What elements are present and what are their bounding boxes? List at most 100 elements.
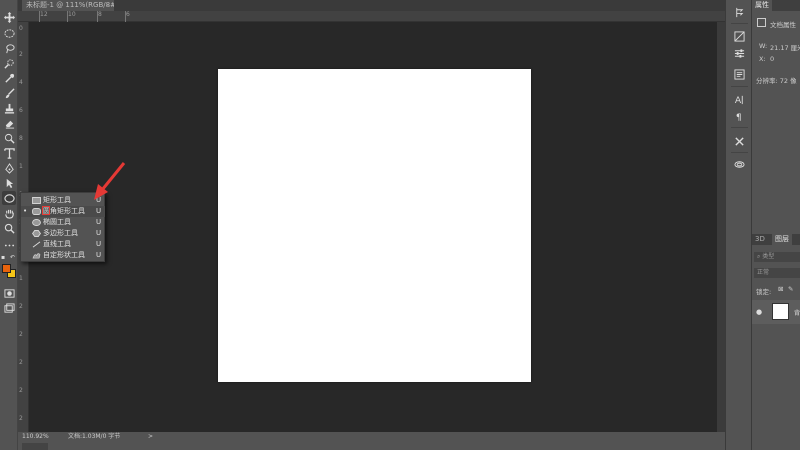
libraries-icon[interactable] — [733, 158, 746, 171]
tab-3d[interactable]: 3D — [752, 234, 768, 245]
lock-paint-icon[interactable]: ✎ — [788, 285, 793, 293]
lock-transparency-icon[interactable]: ⊠ — [778, 285, 783, 293]
dock-divider — [731, 86, 748, 87]
ruler-tick: 2 — [19, 303, 23, 310]
eraser-icon[interactable] — [2, 116, 16, 130]
ruler-tick: 12 — [39, 11, 48, 22]
flyout-item-ellipse[interactable]: 椭圆工具 U — [21, 217, 105, 228]
status-menu-arrow[interactable]: > — [148, 432, 153, 442]
close-icon[interactable]: × — [105, 0, 111, 11]
zoom-icon[interactable] — [2, 221, 16, 235]
marquee-icon[interactable] — [2, 26, 16, 40]
layer-row[interactable]: ● 背 — [752, 300, 800, 324]
panel-icon-dock: A ¶ — [725, 0, 752, 450]
flyout-item-shortcut: U — [96, 218, 102, 226]
lasso-icon[interactable] — [2, 41, 16, 55]
flyout-item-label: 自定形状工具 — [43, 251, 85, 259]
photoshop-window: 未标题-1 @ 111%(RGB/8#) × ▪ ↶ 12 10 8 6 0 2… — [0, 0, 800, 450]
layers-tab-bar: 3D 图层 — [752, 234, 800, 245]
layer-thumbnail — [772, 303, 789, 320]
x-value[interactable]: 0 — [770, 55, 774, 63]
zoom-level[interactable]: 110.92% — [22, 432, 49, 442]
tools-preset-icon[interactable] — [733, 135, 746, 148]
canvas-workspace[interactable] — [29, 22, 717, 432]
tab-properties[interactable]: 属性 — [752, 0, 772, 11]
character-icon[interactable]: A — [733, 93, 746, 106]
type-icon[interactable] — [2, 146, 16, 160]
document-canvas[interactable] — [218, 69, 531, 382]
timeline-tab[interactable] — [22, 443, 48, 450]
rounded-rectangle-icon — [32, 208, 41, 215]
flyout-item-label: 椭圆工具 — [43, 218, 71, 226]
custom-shape-icon — [32, 253, 41, 259]
document-tab[interactable]: 未标题-1 @ 111%(RGB/8#) × — [22, 0, 114, 11]
ruler-tick: 0 — [19, 25, 23, 32]
stamp-icon[interactable] — [2, 101, 16, 115]
status-bar: 110.92% 文档:1.03M/0 字节 > — [18, 432, 725, 442]
line-icon — [32, 241, 41, 248]
ellipse-icon — [32, 219, 41, 226]
document-tab-title: 未标题-1 @ 111%(RGB/8#) — [26, 1, 114, 9]
flyout-item-shortcut: U — [96, 229, 102, 237]
width-value[interactable]: 21.17 厘米 — [770, 42, 800, 52]
flyout-item-line[interactable]: 直线工具 U — [21, 239, 105, 250]
width-label: W: — [759, 42, 768, 50]
blend-mode-value: 正常 — [757, 269, 770, 276]
layer-filter-field[interactable]: ⌕ 类型 — [754, 252, 800, 262]
flyout-item-shortcut: U — [96, 251, 102, 259]
layer-name: 背 — [794, 310, 800, 317]
default-colors-icon[interactable]: ▪ — [1, 254, 5, 261]
flyout-item-shortcut: U — [96, 207, 102, 215]
quick-select-icon[interactable] — [2, 56, 16, 70]
tab-layers[interactable]: 图层 — [772, 234, 792, 245]
paragraph-icon[interactable]: ¶ — [733, 110, 746, 123]
path-select-icon[interactable] — [2, 176, 16, 190]
ruler-tick: 8 — [19, 135, 23, 142]
flyout-item-label: 多边形工具 — [43, 229, 78, 237]
dock-divider — [731, 23, 748, 24]
ruler-tick: 2 — [19, 51, 23, 58]
flyout-item-rounded-rectangle[interactable]: • 圆角矩形工具 U — [21, 206, 105, 217]
flyout-item-custom-shape[interactable]: 自定形状工具 U — [21, 250, 105, 261]
adjustments-icon[interactable] — [733, 30, 746, 43]
document-properties-label: 文档属性 — [770, 21, 796, 29]
layer-filter-placeholder: 类型 — [762, 253, 775, 260]
foreground-color-swatch[interactable] — [2, 264, 11, 273]
rectangle-icon — [32, 197, 41, 204]
move-icon[interactable] — [2, 10, 16, 24]
tools-panel: ▪ ↶ — [0, 0, 18, 450]
blend-mode-select[interactable]: 正常 — [754, 268, 800, 278]
ruler-tick: 10 — [67, 11, 76, 22]
swap-colors-icon[interactable]: ↶ — [10, 254, 15, 261]
history-icon[interactable] — [733, 6, 746, 19]
ruler-tick: 1 — [19, 275, 23, 282]
properties-tab-bar: 属性 — [752, 0, 800, 11]
document-tab-bar: 未标题-1 @ 111%(RGB/8#) × — [0, 0, 725, 11]
x-label: X: — [759, 55, 766, 63]
brush-icon[interactable] — [2, 86, 16, 100]
dock-divider — [731, 127, 748, 128]
ruler-tick: 4 — [19, 79, 23, 86]
svg-text:A: A — [735, 95, 742, 105]
eyedropper-icon[interactable] — [2, 71, 16, 85]
polygon-icon — [32, 230, 41, 237]
more-icon[interactable] — [2, 238, 16, 252]
flyout-item-polygon[interactable]: 多边形工具 U — [21, 228, 105, 239]
quick-mask-icon[interactable] — [2, 286, 16, 300]
document-icon — [757, 18, 766, 27]
horizontal-ruler: 12 10 8 6 — [18, 11, 725, 22]
flyout-item-shortcut: U — [96, 240, 102, 248]
ellipse-shape-icon[interactable] — [2, 191, 16, 205]
ruler-tick: 2 — [19, 331, 23, 338]
pen-icon[interactable] — [2, 161, 16, 175]
resolution-text: 分辨率: 72 像 — [756, 77, 797, 85]
sliders-icon[interactable] — [733, 47, 746, 60]
dodge-icon[interactable] — [2, 131, 16, 145]
hand-icon[interactable] — [2, 206, 16, 220]
vertical-scrollbar[interactable] — [717, 22, 725, 432]
properties-icon[interactable] — [733, 68, 746, 81]
flyout-item-label: 矩形工具 — [43, 196, 71, 204]
ruler-tick: 6 — [125, 11, 130, 22]
screen-mode-icon[interactable] — [2, 301, 16, 315]
eye-icon[interactable]: ● — [756, 308, 762, 316]
